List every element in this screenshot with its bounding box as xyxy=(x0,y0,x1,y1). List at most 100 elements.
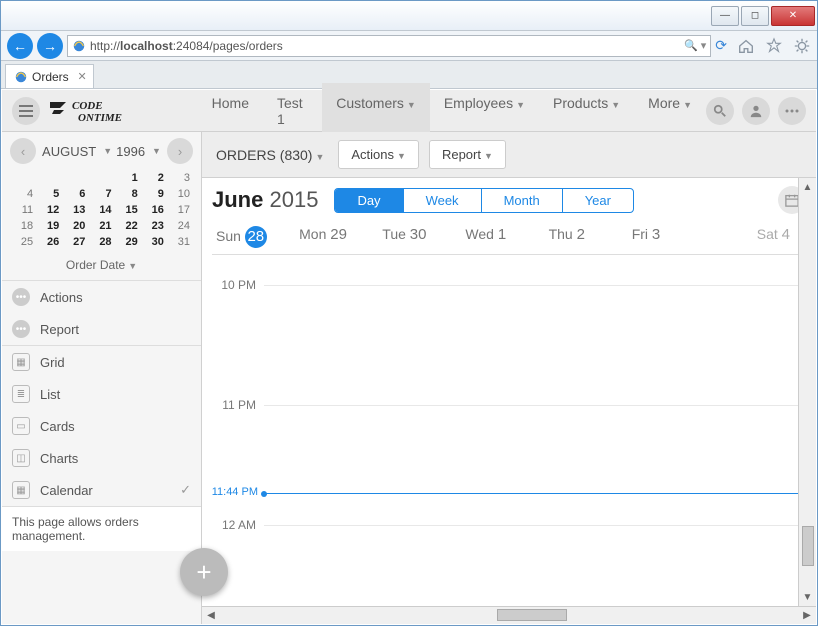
mini-calendar-day[interactable]: 10 xyxy=(167,186,193,202)
window-maximize-button[interactable]: ◻ xyxy=(741,6,769,26)
chevron-down-icon: ▼ xyxy=(397,151,406,161)
mini-calendar-day[interactable]: 23 xyxy=(141,218,167,234)
mini-calendar-day[interactable]: 13 xyxy=(62,202,88,218)
view-year[interactable]: Year xyxy=(562,189,633,212)
calendar-grid[interactable]: 10 PM11 PM12 AM 11:44 PM xyxy=(202,255,816,606)
sidebar-view-grid[interactable]: ▦Grid xyxy=(2,346,201,378)
window-titlebar: — ◻ ✕ xyxy=(1,1,817,31)
report-button[interactable]: Report▼ xyxy=(429,140,506,169)
scroll-left-icon[interactable]: ◀ xyxy=(202,607,220,624)
mini-calendar-day[interactable]: 14 xyxy=(88,202,114,218)
mini-calendar-day[interactable]: 18 xyxy=(10,218,36,234)
menu-products[interactable]: Products▼ xyxy=(539,83,634,139)
tab-close-icon[interactable]: ✕ xyxy=(77,70,86,83)
mini-calendar-day[interactable]: 31 xyxy=(167,234,193,250)
view-week[interactable]: Week xyxy=(403,189,481,212)
add-button[interactable]: + xyxy=(180,548,228,596)
mini-calendar-day[interactable]: 11 xyxy=(10,202,36,218)
mini-calendar-day[interactable]: 21 xyxy=(88,218,114,234)
mini-calendar-day[interactable]: 27 xyxy=(62,234,88,250)
mini-calendar-grid[interactable]: 1234567891011121314151617181920212223242… xyxy=(10,170,193,250)
view-month[interactable]: Month xyxy=(481,189,562,212)
mini-calendar-day[interactable]: 7 xyxy=(88,186,114,202)
search-button[interactable] xyxy=(706,97,734,125)
actions-button[interactable]: Actions▼ xyxy=(338,140,419,169)
favorites-icon[interactable] xyxy=(765,37,783,55)
mini-calendar-next[interactable]: › xyxy=(167,138,193,164)
refresh-button[interactable]: ⟳ xyxy=(715,37,727,54)
home-icon[interactable] xyxy=(737,37,755,55)
mini-calendar-day[interactable]: 9 xyxy=(141,186,167,202)
day-header[interactable]: Fri 3 xyxy=(628,220,711,254)
scroll-thumb[interactable] xyxy=(497,609,567,621)
mini-calendar-day[interactable]: 6 xyxy=(62,186,88,202)
window-minimize-button[interactable]: — xyxy=(711,6,739,26)
scroll-right-icon[interactable]: ▶ xyxy=(798,607,816,624)
mini-calendar-day[interactable]: 28 xyxy=(88,234,114,250)
search-dropdown-icon[interactable]: 🔍 ▾ xyxy=(684,39,706,52)
menu-more[interactable]: More▼ xyxy=(634,83,706,139)
sidebar-view-list[interactable]: ≣List xyxy=(2,378,201,410)
menu-customers[interactable]: Customers▼ xyxy=(322,83,430,139)
day-header[interactable]: Tue 30 xyxy=(378,220,461,254)
sidebar-view-cards[interactable]: ▭Cards xyxy=(2,410,201,442)
sidebar-view-calendar[interactable]: ▦Calendar✓ xyxy=(2,474,201,506)
sidebar-view-charts[interactable]: ◫Charts xyxy=(2,442,201,474)
sidebar-actions[interactable]: ••• Actions xyxy=(2,281,201,313)
day-header[interactable]: Sun 28 xyxy=(212,220,295,254)
menu-toggle-button[interactable] xyxy=(12,97,40,125)
day-header[interactable]: Thu 2 xyxy=(545,220,628,254)
window-close-button[interactable]: ✕ xyxy=(771,6,815,26)
tools-icon[interactable] xyxy=(793,37,811,55)
mini-calendar-day[interactable]: 3 xyxy=(167,170,193,186)
day-header[interactable]: Mon 29 xyxy=(295,220,378,254)
mini-calendar-day[interactable]: 8 xyxy=(115,186,141,202)
more-button[interactable] xyxy=(778,97,806,125)
mini-calendar-title[interactable]: AUGUST▼ 1996▼ xyxy=(42,144,161,159)
mini-calendar-day[interactable]: 16 xyxy=(141,202,167,218)
sidebar-report[interactable]: ••• Report xyxy=(2,313,201,345)
mini-calendar-day[interactable]: 5 xyxy=(36,186,62,202)
day-header[interactable]: Sat 4 xyxy=(711,220,806,254)
day-header[interactable]: Wed 1 xyxy=(461,220,544,254)
vertical-scrollbar[interactable]: ▲ ▼ xyxy=(798,178,816,606)
mini-calendar-day[interactable]: 15 xyxy=(115,202,141,218)
chevron-down-icon: ▼ xyxy=(484,151,493,161)
scroll-down-icon[interactable]: ▼ xyxy=(799,588,816,606)
mini-calendar-day[interactable]: 19 xyxy=(36,218,62,234)
user-button[interactable] xyxy=(742,97,770,125)
forward-button[interactable]: → xyxy=(37,33,63,59)
tab-title: Orders xyxy=(32,70,69,84)
orders-count-dropdown[interactable]: ORDERS (830)▼ xyxy=(212,141,328,169)
mini-calendar-day[interactable]: 17 xyxy=(167,202,193,218)
menu-test1[interactable]: Test 1 xyxy=(263,83,322,139)
mini-calendar-day[interactable]: 29 xyxy=(115,234,141,250)
mini-calendar-day[interactable]: 24 xyxy=(167,218,193,234)
url-field[interactable]: http://localhost:24084/pages/orders 🔍 ▾ xyxy=(67,35,711,57)
menu-home[interactable]: Home xyxy=(198,83,263,139)
hour-row[interactable]: 10 PM xyxy=(264,285,816,405)
back-button[interactable]: ← xyxy=(7,33,33,59)
horizontal-scrollbar[interactable]: ◀ ▶ xyxy=(202,606,816,624)
chevron-down-icon: ▼ xyxy=(152,146,161,156)
order-date-selector[interactable]: Order Date▼ xyxy=(2,250,201,280)
mini-calendar-day[interactable]: 22 xyxy=(115,218,141,234)
mini-calendar-day[interactable]: 30 xyxy=(141,234,167,250)
browser-tab-orders[interactable]: Orders ✕ xyxy=(5,64,94,88)
menu-employees[interactable]: Employees▼ xyxy=(430,83,539,139)
hour-row[interactable]: 12 AM xyxy=(264,525,816,606)
view-day[interactable]: Day xyxy=(335,189,402,212)
mini-calendar-day[interactable]: 1 xyxy=(115,170,141,186)
scroll-thumb[interactable] xyxy=(802,526,814,566)
mini-calendar-day[interactable]: 12 xyxy=(36,202,62,218)
mini-calendar-day[interactable]: 4 xyxy=(10,186,36,202)
mini-calendar-day[interactable]: 2 xyxy=(141,170,167,186)
mini-calendar-day[interactable]: 25 xyxy=(10,234,36,250)
hour-row[interactable]: 11 PM xyxy=(264,405,816,525)
mini-calendar-prev[interactable]: ‹ xyxy=(10,138,36,164)
scroll-up-icon[interactable]: ▲ xyxy=(799,178,816,196)
calendar-title: June 2015 xyxy=(212,187,318,213)
mini-calendar-day[interactable]: 26 xyxy=(36,234,62,250)
mini-calendar-day[interactable]: 20 xyxy=(62,218,88,234)
main-content: ORDERS (830)▼ Actions▼ Report▼ June 2015 xyxy=(202,132,816,624)
